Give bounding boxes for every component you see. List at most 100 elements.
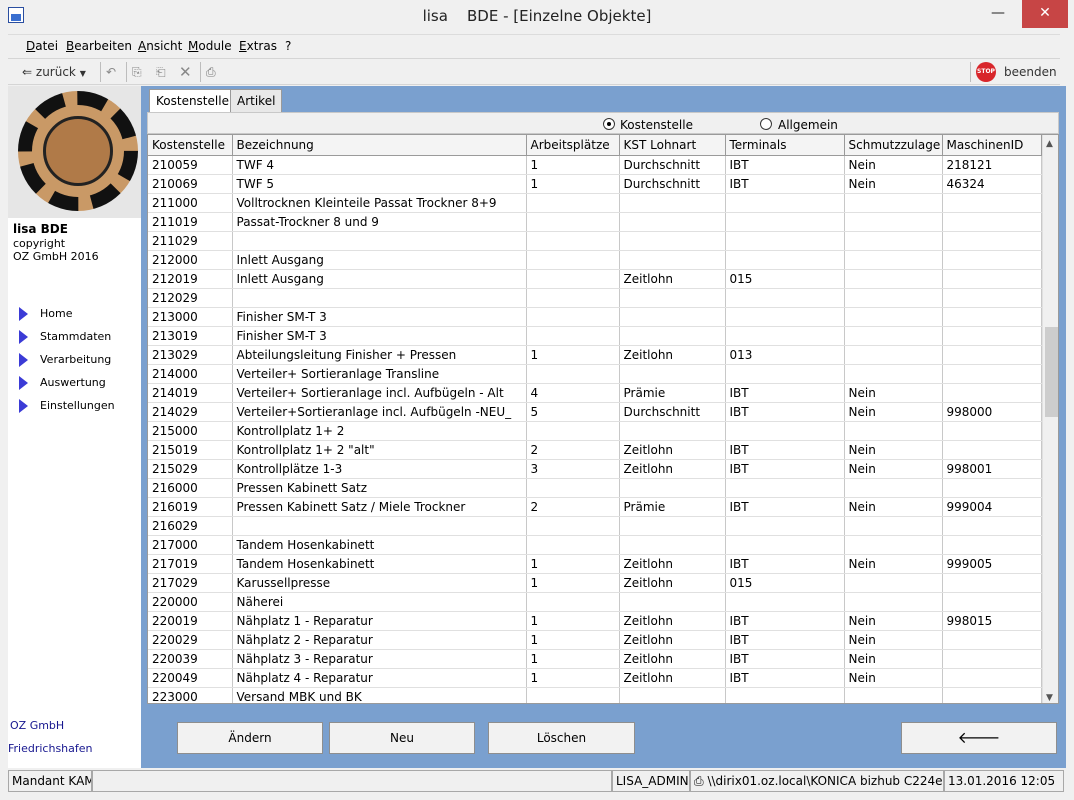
table-row[interactable]: 220049 Nähplatz 4 - Reparatur 1 Zeitlohn IBT…	[148, 668, 1042, 688]
table-cell	[526, 250, 620, 270]
table-cell: Zeitlohn	[619, 459, 726, 479]
table-row[interactable]: 216029	[148, 516, 1042, 536]
kostenstelle-table: Kostenstelle Bezeichnung Arbeitsplätze KST …	[148, 135, 1042, 703]
tab-kostenstelle[interactable]: Kostenstelle	[149, 89, 236, 114]
menu-module[interactable]: Module	[188, 39, 232, 53]
table-cell: Nein	[844, 630, 943, 650]
table-row[interactable]: 215029 Kontrollplätze 1-3 3 Zeitlohn IBT Nein…	[148, 459, 1042, 479]
nav-home[interactable]: Home	[13, 304, 138, 324]
menu-bearbeiten[interactable]: Bearbeiten	[66, 39, 132, 53]
table-cell: Prämie	[619, 497, 726, 517]
column-header[interactable]: Bezeichnung	[232, 135, 527, 156]
radio-kostenstelle[interactable]	[603, 118, 615, 130]
table-cell: 211019	[148, 212, 233, 232]
nav-verarbeitung[interactable]: Verarbeitung	[13, 350, 138, 370]
table-cell	[619, 535, 726, 555]
table-cell: 213029	[148, 345, 233, 365]
radio-kostenstelle-label: Kostenstelle	[620, 118, 693, 132]
edit-button[interactable]: Ändern	[177, 722, 323, 754]
table-row[interactable]: 213029 Abteilungsleitung Finisher + Press…	[148, 345, 1042, 365]
close-window-button[interactable]: ✕	[1022, 0, 1068, 28]
table-cell: Zeitlohn	[619, 668, 726, 688]
scrollbar-thumb[interactable]	[1045, 327, 1058, 417]
radio-allgemein[interactable]	[760, 118, 772, 130]
minimize-button[interactable]: —	[975, 0, 1021, 28]
column-header[interactable]: Terminals	[725, 135, 845, 156]
status-datetime: 13.01.2016 12:05	[944, 770, 1064, 792]
column-header[interactable]: Kostenstelle	[148, 135, 233, 156]
table-row[interactable]: 214029 Verteiler+Sortieranlage incl. Aufb…	[148, 402, 1042, 422]
new-button[interactable]: Neu	[329, 722, 475, 754]
table-cell: Verteiler+ Sortieranlage Transline	[232, 364, 527, 384]
table-cell: 1	[526, 155, 620, 175]
table-cell: Nein	[844, 554, 943, 574]
paste-icon[interactable]: ⎗	[156, 62, 166, 82]
delete-icon[interactable]: ✕	[179, 62, 192, 82]
menu-datei[interactable]: Datei	[26, 39, 58, 53]
table-row[interactable]: 215000 Kontrollplatz 1+ 2	[148, 421, 1042, 441]
table-row[interactable]: 211000 Volltrocknen Kleinteile Passat Tro…	[148, 193, 1042, 213]
table-cell: 1	[526, 668, 620, 688]
undo-icon[interactable]: ↶	[106, 62, 116, 82]
filter-panel: Kostenstelle Allgemein	[147, 112, 1059, 134]
table-cell	[942, 478, 1042, 498]
column-header[interactable]: KST Lohnart	[619, 135, 726, 156]
delete-button[interactable]: Löschen	[488, 722, 635, 754]
table-cell: 5	[526, 402, 620, 422]
table-row[interactable]: 220039 Nähplatz 3 - Reparatur 1 Zeitlohn IBT…	[148, 649, 1042, 669]
table-row[interactable]: 212019 Inlett Ausgang Zeitlohn 015	[148, 269, 1042, 289]
column-header[interactable]: MaschinenID	[942, 135, 1042, 156]
table-cell	[725, 592, 845, 612]
table-cell	[942, 668, 1042, 688]
table-cell: 212019	[148, 269, 233, 289]
table-row[interactable]: 212000 Inlett Ausgang	[148, 250, 1042, 270]
table-cell: 1	[526, 611, 620, 631]
table-row[interactable]: 217029 Karussellpresse 1 Zeitlohn 015	[148, 573, 1042, 593]
table-row[interactable]: 217019 Tandem Hosenkabinett 1 Zeitlohn IBT Ne…	[148, 554, 1042, 574]
company-logo	[8, 86, 141, 218]
table-row[interactable]: 216000 Pressen Kabinett Satz	[148, 478, 1042, 498]
scroll-up-icon[interactable]: ▲	[1046, 139, 1053, 149]
table-cell	[942, 592, 1042, 612]
nav-auswertung[interactable]: Auswertung	[13, 373, 138, 393]
nav-einstellungen[interactable]: Einstellungen	[13, 396, 138, 416]
column-header[interactable]: Schmutzzulage	[844, 135, 943, 156]
back-arrow-button[interactable]: 🡐	[901, 722, 1057, 754]
table-row[interactable]: 210059 TWF 4 1 Durchschnitt IBT Nein 218121	[148, 155, 1042, 175]
table-row[interactable]: 213000 Finisher SM-T 3	[148, 307, 1042, 327]
exit-button[interactable]: beenden	[1004, 62, 1057, 82]
table-row[interactable]: 223000 Versand MBK und BK	[148, 687, 1042, 703]
table-row[interactable]: 212029	[148, 288, 1042, 308]
table-row[interactable]: 213019 Finisher SM-T 3	[148, 326, 1042, 346]
nav-label: Auswertung	[40, 376, 106, 389]
copy-icon[interactable]: ⎘	[132, 62, 142, 82]
table-row[interactable]: 214019 Verteiler+ Sortieranlage incl. Auf…	[148, 383, 1042, 403]
table-row[interactable]: 210069 TWF 5 1 Durchschnitt IBT Nein 46324	[148, 174, 1042, 194]
table-row[interactable]: 220000 Näherei	[148, 592, 1042, 612]
table-cell	[844, 307, 943, 327]
menu-help[interactable]: ?	[285, 39, 291, 53]
print-icon[interactable]: ⎙	[206, 62, 216, 82]
tab-artikel[interactable]: Artikel	[230, 89, 283, 113]
vertical-scrollbar[interactable]: ▲ ▼	[1042, 135, 1058, 703]
table-row[interactable]: 217000 Tandem Hosenkabinett	[148, 535, 1042, 555]
stop-icon[interactable]: STOP	[976, 62, 996, 82]
table-row[interactable]: 216019 Pressen Kabinett Satz / Miele Troc…	[148, 497, 1042, 517]
table-cell	[844, 421, 943, 441]
scroll-down-icon[interactable]: ▼	[1046, 693, 1053, 703]
table-cell	[526, 516, 620, 536]
table-cell: 2	[526, 497, 620, 517]
table-cell: 216029	[148, 516, 233, 536]
table-row[interactable]: 215019 Kontrollplatz 1+ 2 "alt" 2 Zeitlohn I…	[148, 440, 1042, 460]
back-button[interactable]: ⇐ zurück ▼	[22, 62, 86, 82]
table-row[interactable]: 211019 Passat-Trockner 8 und 9	[148, 212, 1042, 232]
table-cell: IBT	[725, 155, 845, 175]
menu-ansicht[interactable]: Ansicht	[138, 39, 182, 53]
nav-stammdaten[interactable]: Stammdaten	[13, 327, 138, 347]
menu-extras[interactable]: Extras	[239, 39, 277, 53]
table-row[interactable]: 220019 Nähplatz 1 - Reparatur 1 Zeitlohn IBT…	[148, 611, 1042, 631]
table-row[interactable]: 211029	[148, 231, 1042, 251]
table-row[interactable]: 214000 Verteiler+ Sortieranlage Transline	[148, 364, 1042, 384]
column-header[interactable]: Arbeitsplätze	[526, 135, 620, 156]
table-row[interactable]: 220029 Nähplatz 2 - Reparatur 1 Zeitlohn IBT…	[148, 630, 1042, 650]
